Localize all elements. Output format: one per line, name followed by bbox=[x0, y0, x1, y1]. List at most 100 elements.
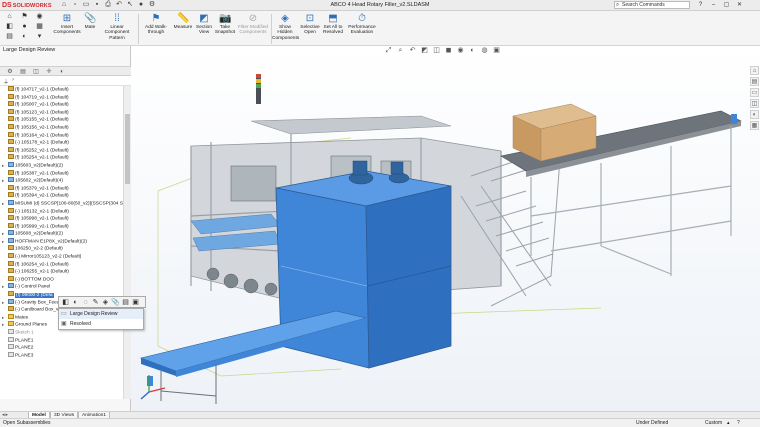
custom-properties-icon[interactable]: ▦ bbox=[750, 121, 759, 130]
tree-item[interactable]: (f) 104719_v2-1 (Default) bbox=[0, 93, 123, 102]
tree-item[interactable]: PLANE2 bbox=[0, 344, 123, 352]
tree-item[interactable]: (f) 105998_v2-1 (Default) bbox=[0, 215, 123, 223]
open-part-icon[interactable]: ◧ bbox=[61, 298, 70, 307]
property-tab-icon[interactable]: ▤ bbox=[17, 68, 29, 76]
tree-item[interactable]: (-) 106255_v2-1 (Default) bbox=[0, 268, 123, 276]
display-tab-icon[interactable]: ◐ bbox=[56, 68, 68, 76]
tree-item[interactable]: PLANE1 bbox=[0, 336, 123, 345]
tree-item[interactable]: (-) BOTTOM DOO bbox=[0, 275, 123, 284]
isolate-icon[interactable]: ◈ bbox=[101, 298, 110, 307]
assembly-model[interactable] bbox=[131, 46, 760, 411]
tree-item[interactable]: (f) 105999_v2-1 (Default) bbox=[0, 222, 123, 231]
hide-show-icon[interactable]: ◉ bbox=[456, 47, 465, 55]
linear-pattern-button[interactable]: ⁞⁞ Linear Component Pattern bbox=[99, 13, 135, 41]
tree-item[interactable]: (f) 105252_v2-1 (Default) bbox=[0, 146, 123, 155]
take-snapshot-button[interactable]: 📷 Take Snapshot bbox=[214, 13, 236, 36]
performance-evaluation-button[interactable]: ⏱ Performance Evaluation bbox=[346, 13, 378, 36]
appearance-icon[interactable]: ▣ bbox=[131, 298, 140, 307]
tree-item[interactable]: ▸ 105602_v2(Default)(4) bbox=[0, 177, 123, 185]
expand-arrow-icon[interactable]: › bbox=[12, 77, 14, 83]
home-icon[interactable]: ⌂ bbox=[3, 13, 16, 21]
help-icon[interactable]: ? bbox=[694, 0, 707, 10]
expand-arrow-icon[interactable]: ▸ bbox=[2, 299, 4, 307]
tree-item[interactable]: 106250_v2-2 (Default) bbox=[0, 245, 123, 253]
expand-arrow-icon[interactable]: ▸ bbox=[2, 283, 4, 291]
expand-arrow-icon[interactable]: ▸ bbox=[2, 200, 4, 208]
tree-item[interactable]: (f) 105379_v2-1 (Default) bbox=[0, 184, 123, 193]
apply-scene-icon[interactable]: ◍ bbox=[480, 47, 489, 55]
component-icon[interactable]: ◧ bbox=[3, 23, 16, 31]
tree-item[interactable]: (f) 105123_v2-1 (Default) bbox=[0, 108, 123, 117]
tree-item[interactable]: (-) Mirror105123_v2-2 (Default) bbox=[0, 253, 123, 261]
change-transparency-icon[interactable]: ◐ bbox=[71, 298, 80, 307]
tree-item[interactable]: ▸ 105603_v2(Default)(2) bbox=[0, 161, 123, 170]
tree-item[interactable]: (-) 105132_v2-1 (Default) bbox=[0, 207, 123, 216]
expand-arrow-icon[interactable]: ▸ bbox=[2, 238, 4, 246]
view-orientation-icon[interactable]: ◫ bbox=[432, 47, 441, 55]
tree-item[interactable]: (f) 104717_v2-1 (Default) bbox=[0, 86, 123, 94]
mate-button[interactable]: 📎 Mate bbox=[82, 13, 98, 30]
feature-tree-tab-icon[interactable]: ⚙ bbox=[4, 68, 16, 76]
expand-arrow-icon[interactable]: ▸ bbox=[2, 177, 4, 185]
tree-item[interactable]: Sketch 1 bbox=[0, 329, 123, 337]
hide-component-icon[interactable]: ◌ bbox=[81, 298, 90, 307]
set-resolved-button[interactable]: ⬒ Set All to Resolved bbox=[320, 13, 346, 36]
tree-item[interactable]: (f) 105007_v2-1 (Default) bbox=[0, 101, 123, 109]
mates-icon[interactable]: 📎 bbox=[111, 298, 120, 307]
expand-arrow-icon[interactable]: ▸ bbox=[2, 230, 4, 238]
configuration-tab-icon[interactable]: ◫ bbox=[30, 68, 42, 76]
more-icon[interactable]: ▾ bbox=[33, 33, 46, 41]
appearances-icon[interactable]: ◐ bbox=[750, 110, 759, 119]
measure-button[interactable]: 📏 Measure bbox=[172, 13, 194, 30]
tree-item[interactable]: ▸ (-) Control Panel bbox=[0, 283, 123, 291]
dimxpert-tab-icon[interactable]: ✛ bbox=[43, 68, 55, 76]
folder-icon[interactable]: ▤ bbox=[3, 33, 16, 41]
unit-dropdown-icon[interactable]: ▴ bbox=[727, 419, 730, 427]
tree-item[interactable]: (-) 105178_v2-1 (Default) bbox=[0, 139, 123, 147]
display-style-icon[interactable]: ◼ bbox=[444, 47, 453, 55]
unit-system[interactable]: Custom bbox=[705, 419, 722, 427]
tree-scrollbar[interactable] bbox=[123, 86, 131, 399]
outfeed-conveyor[interactable] bbox=[500, 103, 742, 276]
tree-item[interactable]: ▸ 105608_v2(Default)(2) bbox=[0, 230, 123, 238]
previous-view-icon[interactable]: ↶ bbox=[408, 47, 417, 55]
flag-icon[interactable]: ⚑ bbox=[18, 13, 31, 21]
menu-item-large-design-review[interactable]: ▭ Large Design Review bbox=[59, 309, 143, 319]
tree-item[interactable]: PLANE3 bbox=[0, 351, 123, 360]
menu-item-resolved[interactable]: ▣ Resolved bbox=[59, 319, 143, 329]
view-palette-icon[interactable]: ◫ bbox=[750, 99, 759, 108]
expand-arrow-icon[interactable]: ▸ bbox=[2, 321, 4, 329]
tree-item[interactable]: (f) 105254_v2-1 (Default) bbox=[0, 154, 123, 162]
close-button[interactable]: ✕ bbox=[733, 0, 746, 10]
traffic-light-icon[interactable]: ● bbox=[18, 23, 31, 31]
tree-item[interactable]: (f) 105164_v2-1 (Default) bbox=[0, 131, 123, 140]
section-view-button[interactable]: ◩ Section View bbox=[194, 13, 214, 36]
insert-components-button[interactable]: ⊞ Insert Components bbox=[52, 13, 82, 36]
tree-item[interactable]: ▸ MISUMI (d) SSCSP[100-80(50_v2)](SSCSP(3… bbox=[0, 199, 123, 208]
edit-appearance-icon[interactable]: ◐ bbox=[468, 47, 477, 55]
walk-through-button[interactable]: ⚑ Add Walk-through bbox=[141, 13, 171, 36]
zoom-area-icon[interactable]: ⌕ bbox=[396, 47, 405, 55]
tree-item[interactable]: ▸ HOFFMAN E1P8X_v2(Default)(2) bbox=[0, 237, 123, 246]
filter-icon[interactable]: ⏚ bbox=[3, 77, 9, 86]
minimize-button[interactable]: – bbox=[707, 0, 720, 10]
stack-light[interactable] bbox=[256, 74, 261, 104]
tree-item[interactable]: (f) 105394_v2-1 (Default) bbox=[0, 192, 123, 200]
component-properties-icon[interactable]: ▤ bbox=[121, 298, 130, 307]
tree-item[interactable]: (f) 105155_v2-1 (Default) bbox=[0, 116, 123, 124]
maximize-button[interactable]: ▢ bbox=[720, 0, 733, 10]
section-view-icon[interactable]: ◩ bbox=[420, 47, 429, 55]
view-icon[interactable]: ◉ bbox=[33, 13, 46, 21]
edit-component-icon[interactable]: ✎ bbox=[91, 298, 100, 307]
graphics-viewport[interactable]: ⤢ ⌕ ↶ ◩ ◫ ◼ ◉ ◐ ◍ ▣ ⌂ ▤ ▭ ◫ ◐ ▦ bbox=[131, 46, 760, 411]
help-icon[interactable]: ? bbox=[737, 419, 740, 427]
file-explorer-icon[interactable]: ▭ bbox=[750, 88, 759, 97]
expand-arrow-icon[interactable]: ▸ bbox=[2, 314, 4, 322]
tree-item[interactable]: (f) 105156_v2-1 (Default) bbox=[0, 123, 123, 132]
filter-modified-button[interactable]: ⊘ Filter Modified Components bbox=[237, 13, 269, 36]
design-library-icon[interactable]: ▤ bbox=[750, 77, 759, 86]
selective-open-button[interactable]: ⊡ Selective Open bbox=[300, 13, 320, 36]
scrollbar-thumb[interactable] bbox=[125, 114, 130, 184]
show-hidden-button[interactable]: ◈ Show Hidden Components bbox=[272, 13, 299, 41]
solidworks-resources-icon[interactable]: ⌂ bbox=[750, 66, 759, 75]
